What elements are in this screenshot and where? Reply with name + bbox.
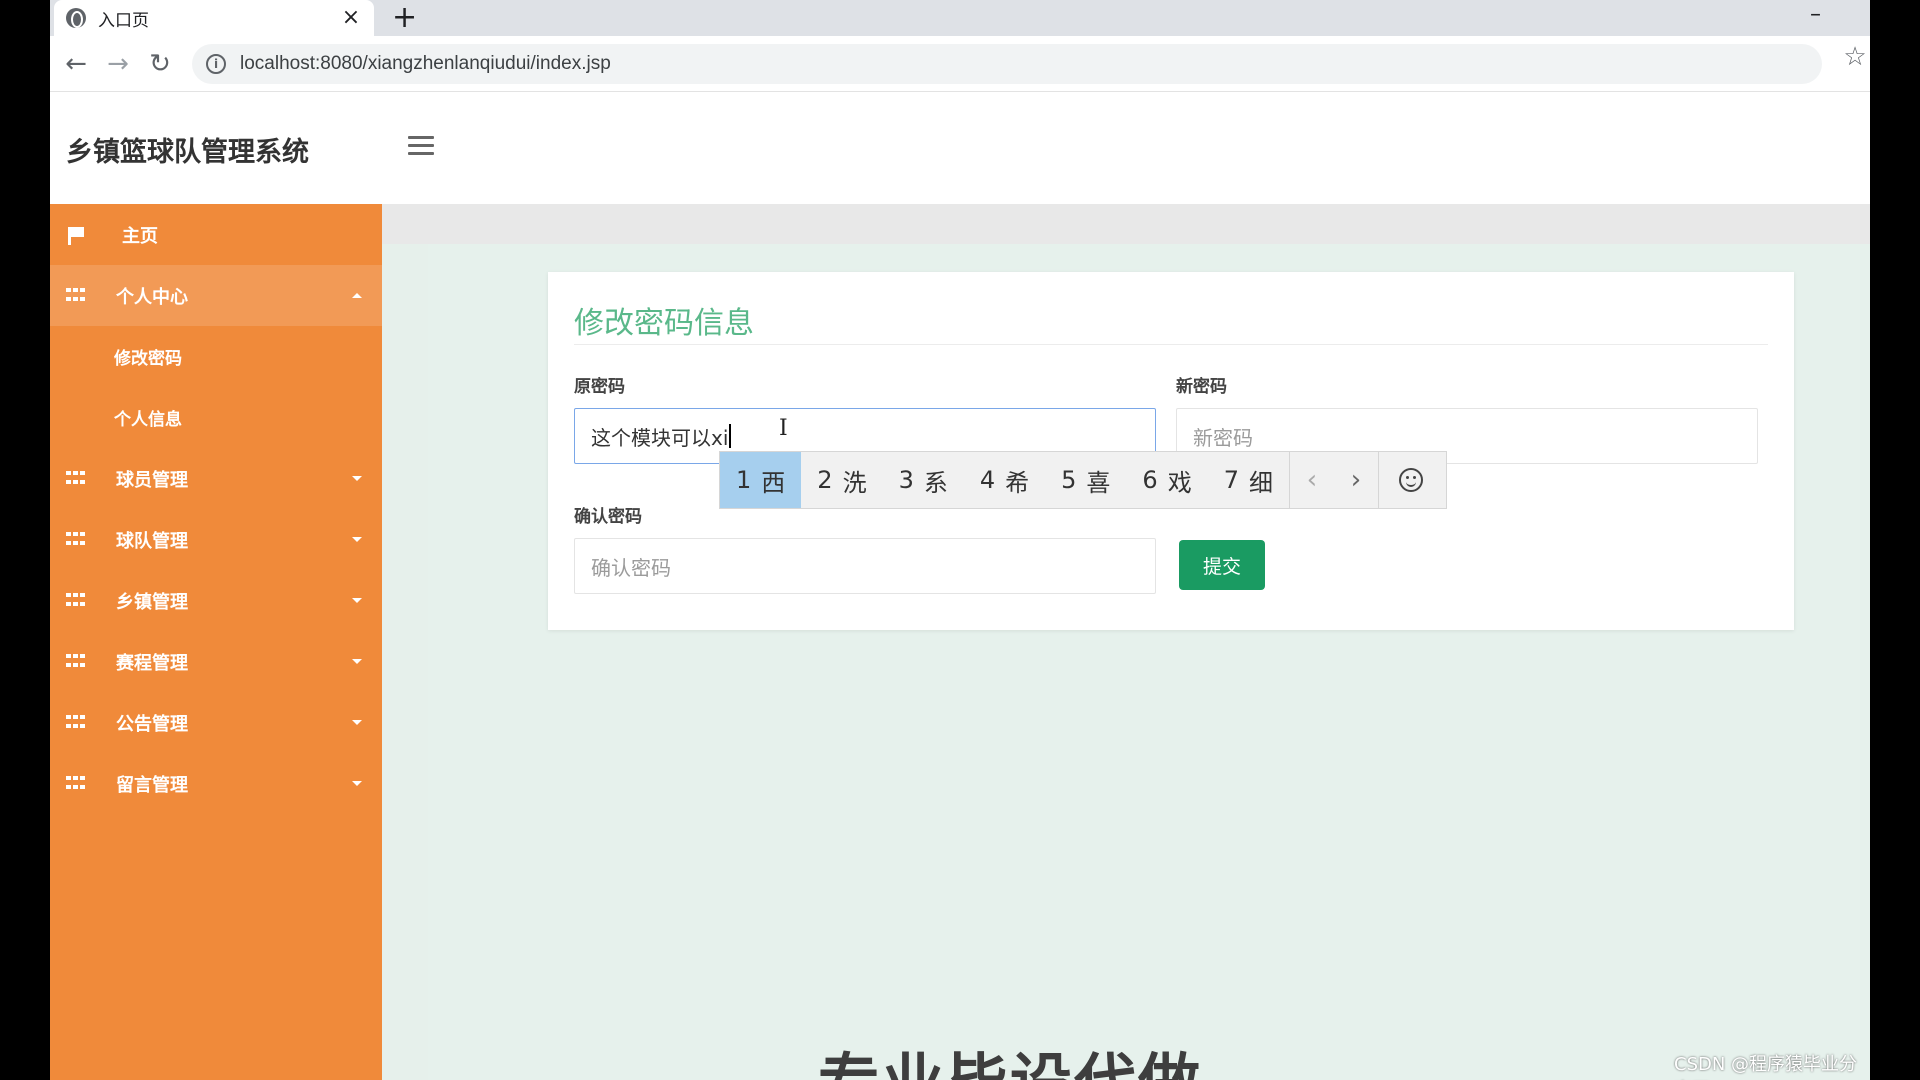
bottom-overlay-text: 专业毕设代做 [818,1032,1202,1080]
ime-candidate[interactable]: 5喜 [1045,452,1126,508]
sidebar-item-label: 赛程管理 [116,652,188,674]
ime-candidate[interactable]: 4希 [964,452,1045,508]
ime-candidate[interactable]: 3系 [883,452,964,508]
grid-icon [66,653,86,670]
submit-button[interactable]: 提交 [1179,540,1265,590]
close-icon[interactable]: × [340,7,362,29]
chevron-right-icon[interactable]: › [1334,452,1378,508]
sidebar-item-teams[interactable]: 球队管理 [50,509,382,570]
chevron-down-icon [352,659,362,664]
new-password-label: 新密码 [1176,377,1227,397]
url-text[interactable]: localhost:8080/xiangzhenlanqiudui/index.… [240,53,611,75]
smiley-icon [1398,468,1423,492]
ime-candidate[interactable]: 2洗 [801,452,882,508]
sidebar-item-towns[interactable]: 乡镇管理 [50,570,382,631]
browser-tab-bar: 入口页 × + – [50,0,1870,36]
sidebar-item-label: 乡镇管理 [116,591,188,613]
sidebar-subitem-personal-info[interactable]: 个人信息 [50,387,382,448]
ime-candidate[interactable]: 7细 [1208,452,1289,508]
sidebar-item-label: 球队管理 [116,530,188,552]
ime-candidate[interactable]: 6戏 [1126,452,1207,508]
chevron-down-icon [352,598,362,603]
sidebar-item-label: 公告管理 [116,713,188,735]
hamburger-menu-icon[interactable] [408,136,434,156]
sidebar-item-schedule[interactable]: 赛程管理 [50,631,382,692]
form-title: 修改密码信息 [574,306,754,341]
chevron-down-icon [352,537,362,542]
sidebar-item-label: 留言管理 [116,774,188,796]
browser-toolbar: ← → ↻ i localhost:8080/xiangzhenlanqiudu… [50,36,1870,92]
sidebar-item-label: 球员管理 [116,469,188,491]
content-top-band [382,204,1870,244]
back-arrow-icon[interactable]: ← [60,48,92,80]
emoji-button[interactable] [1379,452,1443,508]
reload-icon[interactable]: ↻ [144,48,176,80]
chevron-down-icon [352,476,362,481]
app-header: 乡镇篮球队管理系统 [50,92,1870,204]
grid-icon [66,531,86,548]
chevron-up-icon [352,293,362,298]
sidebar-item-players[interactable]: 球员管理 [50,448,382,509]
confirm-password-input[interactable]: 确认密码 [574,538,1156,594]
sidebar-item-messages[interactable]: 留言管理 [50,753,382,814]
chevron-left-icon[interactable]: ‹ [1290,452,1334,508]
flag-icon [66,226,86,245]
chevron-down-icon [352,781,362,786]
divider [574,344,1768,345]
grid-icon [66,714,86,731]
app-title: 乡镇篮球队管理系统 [66,137,309,168]
new-tab-button[interactable]: + [392,2,417,34]
grid-icon [66,775,86,792]
grid-icon [66,287,86,304]
sidebar-item-notices[interactable]: 公告管理 [50,692,382,753]
text-cursor-icon: I [779,416,788,441]
grid-icon [66,592,86,609]
globe-icon [66,8,86,28]
bookmark-star-icon[interactable]: ☆ [1840,42,1870,72]
old-password-value: 这个模块可以xi [591,425,729,450]
csdn-watermark: CSDN @程序猿毕业分享网 [1674,1054,1858,1075]
chevron-down-icon [352,720,362,725]
sidebar-item-label: 个人中心 [116,286,188,308]
old-password-label: 原密码 [574,377,625,397]
minimize-button[interactable]: – [1810,2,1821,27]
new-password-placeholder: 新密码 [1193,425,1253,450]
ime-candidate[interactable]: 1西 [720,452,802,508]
sidebar: 主页 个人中心 修改密码 个人信息 球员管理 球队管理 乡镇管理 赛程管理 公告… [50,204,382,1080]
text-caret [729,424,732,448]
confirm-password-placeholder: 确认密码 [591,555,671,580]
ime-candidate-bar: 1西 2洗 3系 4希 5喜 6戏 7细 ‹ › [719,451,1447,509]
sidebar-item-personal-center[interactable]: 个人中心 [50,265,382,326]
address-bar[interactable]: i localhost:8080/xiangzhenlanqiudui/inde… [192,44,1822,84]
confirm-password-label: 确认密码 [574,507,642,527]
forward-arrow-icon[interactable]: → [102,48,134,80]
info-icon[interactable]: i [206,54,226,74]
screen: 入口页 × + – ← → ↻ i localhost:8080/xiangzh… [50,0,1870,1080]
sidebar-subitem-change-password[interactable]: 修改密码 [50,326,382,387]
tab-title: 入口页 [98,10,149,31]
sidebar-item-label: 主页 [122,225,158,247]
sidebar-item-home[interactable]: 主页 [50,204,382,265]
grid-icon [66,470,86,487]
browser-tab[interactable]: 入口页 × [54,0,374,36]
